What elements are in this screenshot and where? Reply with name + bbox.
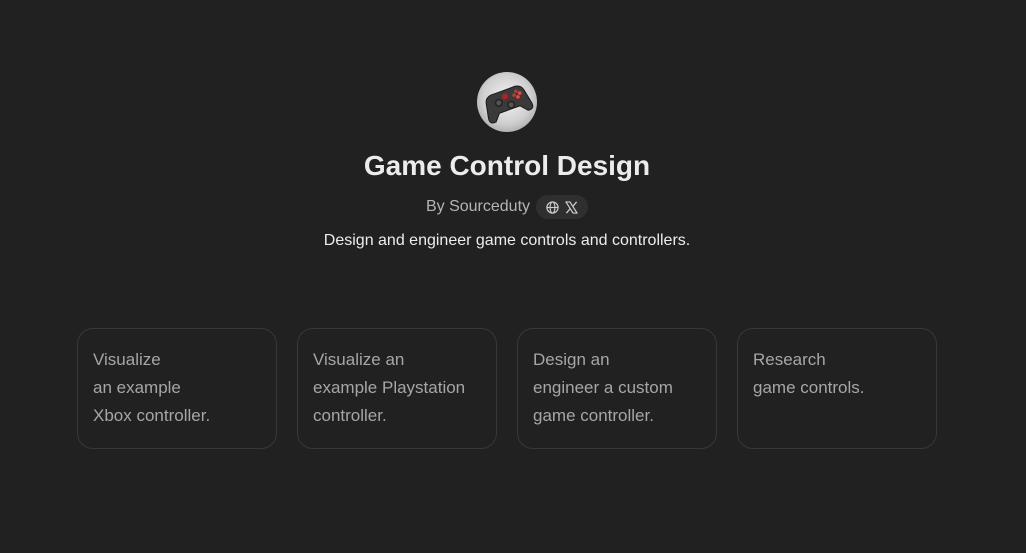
starter-card-custom-controller[interactable]: Design an engineer a custom game control… (517, 328, 717, 449)
card-text-line: Visualize an (313, 350, 405, 369)
globe-icon[interactable] (546, 200, 559, 214)
card-text-line: Visualize (93, 350, 161, 369)
card-text-line: Design an (533, 350, 610, 369)
avatar (477, 72, 537, 132)
gpt-description: Design and engineer game controls and co… (323, 232, 691, 249)
card-text-line: engineer a custom (533, 378, 673, 397)
starter-card-playstation[interactable]: Visualize an example Playstation control… (297, 328, 497, 449)
x-logo-icon[interactable] (565, 200, 578, 214)
card-text-line: Xbox controller. (93, 406, 211, 425)
social-links (536, 195, 589, 219)
starter-card-research[interactable]: Research game controls. (737, 328, 937, 449)
game-controller-icon (485, 85, 534, 124)
card-text-line: example Playstation (313, 378, 466, 397)
gpt-header: Game Control Design By Sourceduty Design… (0, 72, 1014, 251)
card-text-line: Research (753, 350, 826, 369)
starter-card-xbox[interactable]: Visualize an example Xbox controller. (77, 328, 277, 449)
card-text-line: game controller. (533, 406, 654, 425)
conversation-starters: Visualize an example Xbox controller. Vi… (77, 328, 937, 449)
card-text-line: an example (93, 378, 181, 397)
card-text-line: game controls. (753, 378, 865, 397)
card-text-line: controller. (313, 406, 387, 425)
byline: By Sourceduty (426, 195, 589, 219)
gpt-landing-page: Game Control Design By Sourceduty Design… (0, 0, 1026, 553)
gpt-title: Game Control Design (363, 150, 651, 181)
author-name[interactable]: By Sourceduty (426, 197, 530, 217)
